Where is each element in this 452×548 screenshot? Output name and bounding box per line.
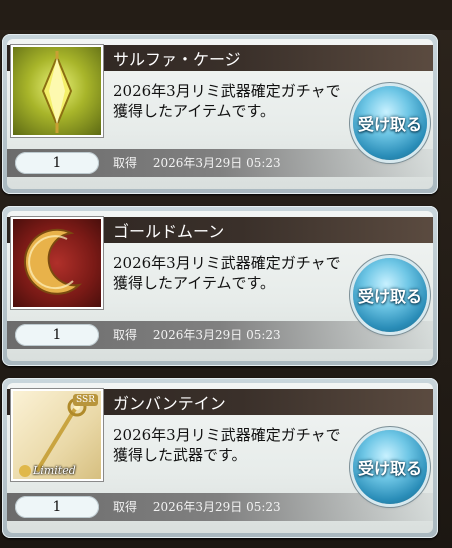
- yellow-crystal-icon: [41, 51, 73, 133]
- acquired-label: 取得: [113, 500, 138, 514]
- item-thumbnail[interactable]: SSR Limited: [11, 389, 103, 481]
- item-description: 2026年3月リミ武器確定ガチャで獲得した武器です。: [113, 426, 341, 464]
- item-name: ゴールドムーン: [113, 222, 225, 241]
- acquired-info: 取得 2026年3月29日 05:23: [113, 149, 281, 177]
- acquired-date: 2026年3月29日 05:23: [152, 156, 281, 170]
- item-thumbnail[interactable]: [11, 45, 103, 137]
- acquired-date: 2026年3月29日 05:23: [152, 328, 281, 342]
- present-card: SSR Limited ガンバンテイン 2026年3月リミ武器確定ガチャで獲得し…: [2, 378, 438, 538]
- item-name: サルファ・ケージ: [113, 50, 241, 69]
- item-description: 2026年3月リミ武器確定ガチャで獲得したアイテムです。: [113, 254, 341, 292]
- item-description: 2026年3月リミ武器確定ガチャで獲得したアイテムです。: [113, 82, 341, 120]
- acquired-label: 取得: [113, 328, 138, 342]
- receive-button[interactable]: 受け取る: [353, 430, 427, 504]
- rarity-badge: SSR: [73, 394, 98, 406]
- limited-icon: [19, 465, 31, 477]
- receive-button[interactable]: 受け取る: [353, 258, 427, 332]
- acquired-date: 2026年3月29日 05:23: [152, 500, 281, 514]
- limited-label: Limited: [33, 464, 76, 477]
- receive-button[interactable]: 受け取る: [353, 86, 427, 160]
- present-card: サルファ・ケージ 2026年3月リミ武器確定ガチャで獲得したアイテムです。 1 …: [2, 34, 438, 194]
- acquired-info: 取得 2026年3月29日 05:23: [113, 493, 281, 521]
- quantity-badge: 1: [15, 152, 99, 174]
- present-card: ゴールドムーン 2026年3月リミ武器確定ガチャで獲得したアイテムです。 1 取…: [2, 206, 438, 366]
- acquired-info: 取得 2026年3月29日 05:23: [113, 321, 281, 349]
- item-name: ガンバンテイン: [113, 394, 226, 413]
- acquired-label: 取得: [113, 156, 138, 170]
- top-background: [0, 0, 452, 30]
- quantity-badge: 1: [15, 496, 99, 518]
- limited-tag: Limited: [19, 464, 76, 477]
- item-thumbnail[interactable]: [11, 217, 103, 309]
- gold-moon-icon: [23, 228, 83, 295]
- quantity-badge: 1: [15, 324, 99, 346]
